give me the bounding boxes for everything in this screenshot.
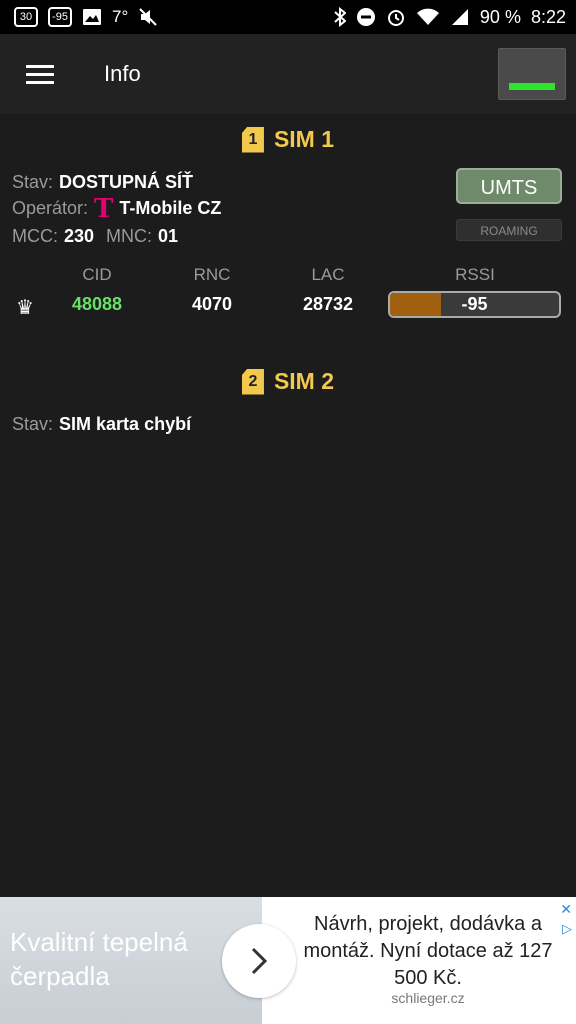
app-bar: Info <box>0 34 576 114</box>
mnc-value: 01 <box>158 226 179 246</box>
sim2-status-value: SIM karta chybí <box>59 414 192 434</box>
sim1-card-icon: 1 <box>241 126 264 153</box>
signal-indicator-button[interactable] <box>498 48 566 100</box>
signal-level-bar <box>509 83 555 90</box>
signal-strength-icon: -95 <box>48 7 72 27</box>
bluetooth-icon <box>334 7 346 27</box>
rnc-value: 4070 <box>191 294 233 314</box>
status-label: Stav: <box>12 172 54 192</box>
page-title: Info <box>104 61 141 86</box>
status-bar: 30 -95 7° 90 % 8:22 <box>0 0 576 34</box>
network-type-button[interactable]: UMTS <box>456 168 562 204</box>
ad-open-button[interactable] <box>222 924 296 998</box>
operator-label: Operátor: <box>12 198 89 218</box>
sim1-title: SIM 1 <box>273 126 335 152</box>
roaming-indicator: ROAMING <box>456 219 562 241</box>
sim1-mcc-row: MCC: 230 MNC: 01 <box>12 226 178 247</box>
mnc-label: MNC: <box>106 226 153 246</box>
ad-close-icon[interactable]: ✕ <box>560 901 572 918</box>
calendar-icon: 30 <box>14 7 38 27</box>
cell-signal-icon <box>450 7 470 27</box>
temperature-text: 7° <box>112 7 129 26</box>
menu-button[interactable] <box>0 34 80 114</box>
cid-header: CID <box>82 265 112 284</box>
rnc-header: RNC <box>193 265 231 284</box>
image-icon <box>82 8 102 26</box>
sim1-operator-row: Operátor: T T-Mobile CZ <box>12 193 222 224</box>
rssi-bar: -95 <box>388 291 561 318</box>
status-value: DOSTUPNÁ SÍŤ <box>59 172 194 192</box>
chevron-right-icon <box>251 947 268 975</box>
mute-icon <box>138 7 158 27</box>
sim2-header: 2 SIM 2 <box>0 368 576 395</box>
sim2-status-label: Stav: <box>12 414 54 434</box>
sim2-card-icon: 2 <box>241 368 264 395</box>
sim2-status-row: Stav: SIM karta chybí <box>12 414 191 435</box>
do-not-disturb-icon <box>356 7 376 27</box>
ad-copy-text[interactable]: Návrh, projekt, dodávka a montáž. Nyní d… <box>296 911 560 992</box>
battery-text: 90 % <box>479 6 521 27</box>
alarm-icon <box>386 7 406 27</box>
ad-banner[interactable]: Kvalitní tepelná čerpadla Návrh, projekt… <box>0 897 576 1024</box>
sim1-status-row: Stav: DOSTUPNÁ SÍŤ <box>12 172 193 193</box>
rssi-value: -95 <box>461 294 488 314</box>
ad-domain[interactable]: schlieger.cz <box>296 990 560 1006</box>
mcc-value: 230 <box>64 226 95 246</box>
hamburger-icon <box>26 65 54 84</box>
sim1-header: 1 SIM 1 <box>0 126 576 153</box>
lac-header: LAC <box>311 265 345 284</box>
ad-choices-icon[interactable]: ▷ <box>562 921 572 937</box>
crown-icon: ♛ <box>16 297 34 319</box>
clock-text: 8:22 <box>530 6 566 27</box>
sim2-title: SIM 2 <box>273 368 335 394</box>
rssi-header: RSSI <box>455 265 495 284</box>
mcc-label: MCC: <box>12 226 58 246</box>
wifi-icon <box>416 7 440 27</box>
operator-value: T-Mobile CZ <box>119 198 222 218</box>
lac-value: 28732 <box>302 294 354 314</box>
t-mobile-logo-icon: T <box>94 193 114 224</box>
cid-value: 48088 <box>71 294 123 314</box>
